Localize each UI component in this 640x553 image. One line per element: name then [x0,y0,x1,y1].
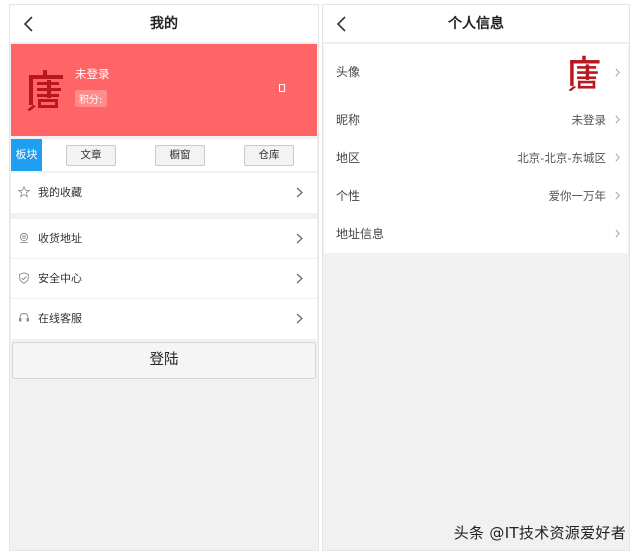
menu-item-security[interactable]: 安全中心 [11,259,317,299]
chevron-right-icon [296,273,303,284]
menu-group-favorites: 我的收藏 [11,173,317,213]
category-tabs: 板块 文章 橱窗 仓库 [11,139,317,171]
info-value: 未登录 [571,113,607,127]
tab-board[interactable]: 板块 [11,139,42,171]
info-label: 个性 [336,189,361,203]
avatar[interactable] [23,68,67,112]
message-icon[interactable] [279,84,285,92]
info-list: 头像 昵称 未登录 地区 北京-北京-东城区 个性 爱你一万年 地址信息 [324,44,628,253]
info-row-region[interactable]: 地区 北京-北京-东城区 [324,139,628,177]
info-label: 地址信息 [336,227,385,241]
login-button[interactable]: 登陆 [12,342,316,379]
chevron-right-icon [615,115,620,124]
avatar [568,55,600,92]
headset-icon [19,313,29,322]
watermark: 头条 @IT技术资源爱好者 [454,522,626,543]
menu-group-account: 收货地址 安全中心 在线客服 [11,219,317,339]
username-text[interactable]: 未登录 [75,66,110,82]
chevron-right-icon [296,187,303,198]
page-title: 我的 [150,16,178,32]
profile-info-panel: 个人信息 头像 昵称 未登录 地区 北京-北京-东城区 个性 爱你一万年 地址信… [322,4,630,551]
header-bar: 个人信息 [323,5,629,43]
info-label: 头像 [336,65,361,79]
tab-articles[interactable]: 文章 [66,145,116,166]
tab-warehouse[interactable]: 仓库 [244,145,294,166]
star-icon [18,186,30,198]
menu-item-label: 在线客服 [38,312,82,325]
points-label: 积分: [79,95,103,106]
info-row-nickname[interactable]: 昵称 未登录 [324,101,628,139]
info-row-avatar[interactable]: 头像 [324,44,628,101]
header-bar: 我的 [10,5,318,43]
page-title: 个人信息 [448,16,504,32]
chevron-right-icon [615,153,620,162]
info-value: 爱你一万年 [548,189,607,203]
tab-showcase[interactable]: 橱窗 [155,145,205,166]
menu-item-label: 收货地址 [38,232,82,245]
info-label: 昵称 [336,113,361,127]
menu-item-support[interactable]: 在线客服 [11,299,317,339]
chevron-right-icon [296,313,303,324]
location-icon [19,232,29,243]
info-row-signature[interactable]: 个性 爱你一万年 [324,177,628,215]
my-page-panel: 我的 未登录 积分: 板块 文章 橱窗 仓库 我的收藏 收货地址 安全中心 在线… [9,4,319,551]
menu-item-favorites[interactable]: 我的收藏 [11,173,317,213]
chevron-right-icon [615,191,620,200]
chevron-right-icon [615,68,620,77]
profile-banner: 未登录 积分: [11,44,317,136]
menu-item-label: 我的收藏 [38,186,82,199]
info-value: 北京-北京-东城区 [517,151,606,165]
points-badge: 积分: [75,90,108,107]
chevron-right-icon [615,229,620,238]
info-label: 地区 [336,151,361,165]
menu-item-address[interactable]: 收货地址 [11,219,317,259]
shield-icon [19,272,29,284]
chevron-right-icon [296,233,303,244]
watermark-text: 头条 @IT技术资源爱好者 [453,524,626,542]
menu-item-label: 安全中心 [38,272,82,285]
info-row-address[interactable]: 地址信息 [324,215,628,253]
